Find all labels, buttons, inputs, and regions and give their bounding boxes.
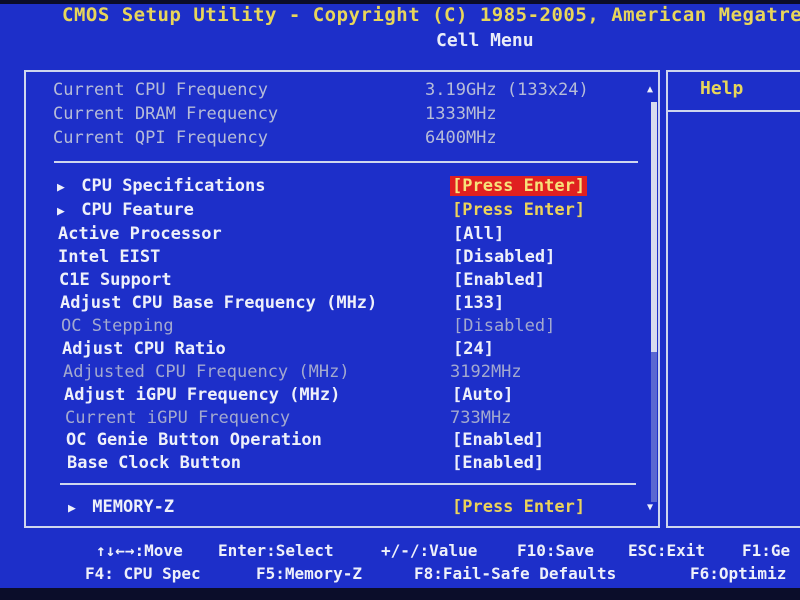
setting-label: Adjust iGPU Frequency (MHz) — [64, 385, 341, 405]
setting-value[interactable]: [Enabled] — [452, 430, 544, 450]
hint-value: +/-/:Value — [381, 541, 478, 560]
info-divider — [54, 161, 638, 163]
monitor-bezel-bottom — [0, 588, 800, 600]
setting-value: 3192MHz — [450, 362, 522, 382]
setting-value[interactable]: [24] — [453, 339, 494, 359]
hint-optimized-defaults: F6:Optimiz — [690, 564, 787, 583]
setting-value[interactable]: [Enabled] — [452, 453, 544, 473]
info-label: Current CPU Frequency — [53, 80, 268, 100]
memory-divider — [60, 483, 636, 485]
setting-value: 733MHz — [450, 408, 512, 428]
help-divider — [668, 110, 800, 112]
setting-label: C1E Support — [59, 270, 172, 290]
setting-label: Adjusted CPU Frequency (MHz) — [63, 362, 350, 382]
setting-label: Adjust CPU Ratio — [62, 339, 226, 359]
hint-cpu-spec: F4: CPU Spec — [85, 564, 201, 583]
menu-item-label: CPU Feature — [81, 200, 194, 220]
setting-label: Adjust CPU Base Frequency (MHz) — [60, 293, 378, 313]
menu-item-label: MEMORY-Z — [92, 497, 175, 517]
scrollbar-thumb[interactable] — [651, 102, 657, 352]
setting-label: Intel EIST — [58, 247, 161, 267]
bios-screen: CMOS Setup Utility - Copyright (C) 1985-… — [0, 0, 800, 600]
hint-memory-z: F5:Memory-Z — [256, 564, 362, 583]
scrollbar[interactable]: ▲ ▼ — [647, 84, 659, 518]
info-value: 6400MHz — [425, 128, 497, 148]
setting-value: [Disabled] — [453, 316, 556, 336]
hint-general-help: F1:Ge — [742, 541, 791, 560]
menu-title: Cell Menu — [436, 30, 534, 51]
setting-value[interactable]: [Enabled] — [453, 270, 545, 290]
hint-fail-safe-defaults: F8:Fail-Safe Defaults — [414, 564, 617, 583]
setting-value[interactable]: [Disabled] — [453, 247, 555, 267]
info-value: 3.19GHz (133x24) — [425, 80, 589, 100]
setting-value[interactable]: [All] — [453, 224, 504, 244]
help-panel — [666, 70, 800, 528]
menu-item-value[interactable]: [Press Enter] — [452, 497, 585, 517]
info-label: Current DRAM Frequency — [53, 104, 279, 124]
hint-exit: ESC:Exit — [628, 541, 706, 560]
setting-label: OC Genie Button Operation — [66, 430, 322, 450]
hint-save: F10:Save — [517, 541, 595, 560]
menu-item-value[interactable]: [Press Enter] — [452, 200, 585, 220]
submenu-arrow-icon: ▶ — [68, 501, 76, 516]
setting-label: OC Stepping — [61, 316, 174, 336]
setting-label: Active Processor — [58, 224, 222, 244]
scroll-up-arrow-icon[interactable]: ▲ — [647, 84, 653, 95]
scroll-down-arrow-icon[interactable]: ▼ — [647, 502, 653, 513]
utility-title: CMOS Setup Utility - Copyright (C) 1985-… — [62, 4, 800, 26]
scrollbar-track — [651, 352, 657, 502]
menu-item-label: CPU Specifications — [81, 176, 266, 196]
setting-label: Base Clock Button — [67, 453, 241, 473]
hint-select: Enter:Select — [218, 541, 334, 560]
menu-item-value[interactable]: [Press Enter] — [450, 176, 588, 196]
setting-label: Current iGPU Frequency — [65, 408, 291, 428]
info-value: 1333MHz — [425, 104, 497, 124]
submenu-arrow-icon: ▶ — [57, 204, 65, 219]
setting-value[interactable]: [Auto] — [452, 385, 513, 405]
hint-move: ↑↓←→:Move — [96, 541, 183, 560]
info-label: Current QPI Frequency — [53, 128, 268, 148]
submenu-arrow-icon: ▶ — [57, 180, 65, 195]
help-header: Help — [700, 78, 744, 99]
setting-value[interactable]: [133] — [453, 293, 504, 313]
